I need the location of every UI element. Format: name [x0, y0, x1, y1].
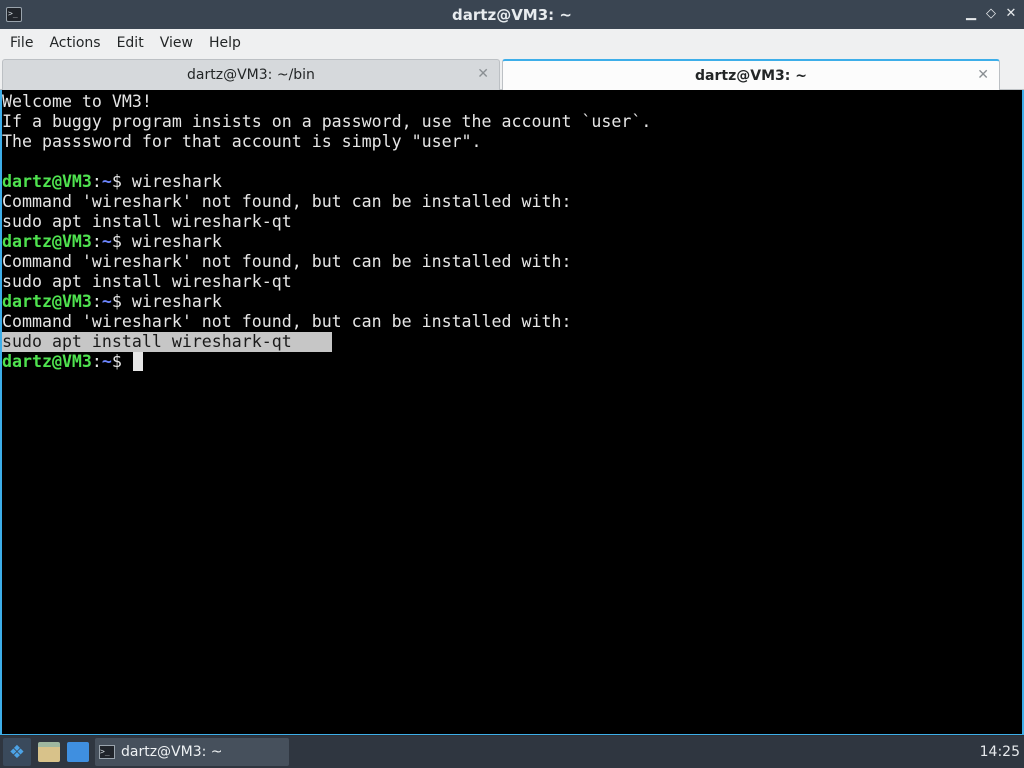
prompt-dollar: $ — [111, 172, 132, 191]
menu-file[interactable]: File — [2, 29, 41, 57]
prompt-colon: : — [91, 292, 102, 311]
output-line: Command 'wireshark' not found, but can b… — [2, 312, 572, 331]
prompt-path: ~ — [101, 292, 112, 311]
window-titlebar[interactable]: >_ dartz@VM3: ~ ▁ ◇ ✕ — [0, 0, 1024, 29]
menu-actions[interactable]: Actions — [41, 29, 108, 57]
command-text: wireshark — [131, 172, 222, 191]
taskbar: ❖ >_ dartz@VM3: ~ 14:25 — [0, 736, 1024, 768]
motd-line: Welcome to VM3! — [2, 92, 152, 111]
task-label: dartz@VM3: ~ — [121, 744, 223, 760]
selected-output-line[interactable]: sudo apt install wireshark-qt — [2, 332, 1022, 352]
motd-line: If a buggy program insists on a password… — [2, 112, 652, 131]
prompt-colon: : — [91, 172, 102, 191]
prompt-dollar: $ — [111, 352, 132, 371]
tab-bar: dartz@VM3: ~/bin ✕ dartz@VM3: ~ ✕ — [0, 57, 1024, 90]
maximize-button[interactable]: ◇ — [984, 6, 998, 22]
terminal-icon: >_ — [99, 745, 115, 759]
menu-edit[interactable]: Edit — [109, 29, 152, 57]
command-text: wireshark — [131, 232, 222, 251]
prompt-path: ~ — [101, 232, 112, 251]
close-tab-icon[interactable]: ✕ — [477, 66, 489, 82]
prompt-line: dartz@VM3:~$ — [2, 352, 1022, 372]
output-line: sudo apt install wireshark-qt — [2, 212, 292, 231]
close-tab-icon[interactable]: ✕ — [977, 67, 989, 83]
tab-bin[interactable]: dartz@VM3: ~/bin ✕ — [2, 59, 500, 90]
terminal-output[interactable]: Welcome to VM3! If a buggy program insis… — [0, 90, 1024, 735]
menu-view[interactable]: View — [152, 29, 201, 57]
file-manager-icon[interactable] — [38, 742, 60, 762]
show-desktop-icon[interactable] — [67, 742, 89, 762]
menu-bar: File Actions Edit View Help — [0, 29, 1024, 57]
taskbar-task-terminal[interactable]: >_ dartz@VM3: ~ — [95, 738, 289, 766]
menu-help[interactable]: Help — [201, 29, 249, 57]
prompt-line: dartz@VM3:~$ wireshark — [2, 172, 1022, 192]
output-line: sudo apt install wireshark-qt — [2, 272, 292, 291]
tab-home[interactable]: dartz@VM3: ~ ✕ — [502, 59, 1000, 90]
app-launcher-icon[interactable]: ❖ — [3, 738, 31, 766]
prompt-line: dartz@VM3:~$ wireshark — [2, 292, 1022, 312]
tab-label: dartz@VM3: ~/bin — [187, 67, 315, 83]
prompt-user: dartz@VM3 — [2, 232, 92, 251]
text-cursor[interactable] — [132, 352, 143, 371]
command-text: wireshark — [131, 292, 222, 311]
prompt-path: ~ — [101, 172, 112, 191]
prompt-dollar: $ — [111, 232, 132, 251]
close-button[interactable]: ✕ — [1004, 6, 1018, 22]
prompt-user: dartz@VM3 — [2, 172, 92, 191]
output-line: Command 'wireshark' not found, but can b… — [2, 252, 572, 271]
prompt-user: dartz@VM3 — [2, 292, 92, 311]
minimize-button[interactable]: ▁ — [964, 6, 978, 22]
terminal-icon[interactable]: >_ — [6, 7, 22, 22]
window-title: dartz@VM3: ~ — [452, 5, 572, 24]
prompt-path: ~ — [101, 352, 112, 371]
motd-line: The passsword for that account is simply… — [2, 132, 482, 151]
output-line: Command 'wireshark' not found, but can b… — [2, 192, 572, 211]
prompt-user: dartz@VM3 — [2, 352, 92, 371]
clock[interactable]: 14:25 — [980, 744, 1020, 760]
prompt-line: dartz@VM3:~$ wireshark — [2, 232, 1022, 252]
prompt-colon: : — [91, 352, 102, 371]
text-selection[interactable]: sudo apt install wireshark-qt — [2, 332, 332, 352]
tab-label: dartz@VM3: ~ — [695, 67, 807, 84]
prompt-colon: : — [91, 232, 102, 251]
prompt-dollar: $ — [111, 292, 132, 311]
